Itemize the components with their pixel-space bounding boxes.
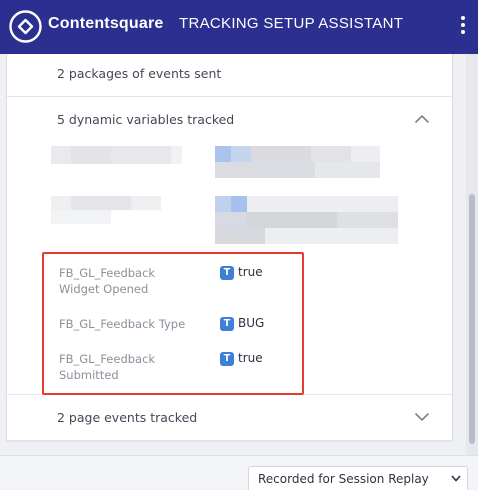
dynamic-variables-header[interactable]: 5 dynamic variables tracked	[57, 112, 234, 127]
scrollbar[interactable]	[466, 54, 478, 456]
redacted-variable-value	[215, 196, 398, 244]
divider	[7, 96, 452, 97]
chevron-up-icon[interactable]	[414, 114, 430, 124]
highlight-box	[42, 252, 304, 395]
contentsquare-logo-icon	[9, 10, 42, 43]
page-events-header[interactable]: 2 page events tracked	[57, 410, 197, 425]
chevron-down-icon[interactable]	[414, 412, 430, 422]
recording-mode-select[interactable]: Recorded for Session Replay	[248, 466, 468, 490]
redacted-variable-name	[51, 196, 161, 224]
app-header: Contentsquare TRACKING SETUP ASSISTANT	[0, 0, 478, 54]
redacted-variable-name	[51, 146, 182, 164]
kebab-menu-icon[interactable]	[457, 14, 469, 40]
packages-sent-label: 2 packages of events sent	[57, 66, 222, 81]
brand-name: Contentsquare	[48, 15, 164, 32]
scrollbar-thumb[interactable]	[469, 194, 475, 444]
app-title: TRACKING SETUP ASSISTANT	[179, 15, 404, 32]
chevron-down-icon	[451, 475, 461, 482]
recording-mode-value: Recorded for Session Replay	[258, 472, 429, 486]
redacted-variable-value	[215, 146, 380, 178]
